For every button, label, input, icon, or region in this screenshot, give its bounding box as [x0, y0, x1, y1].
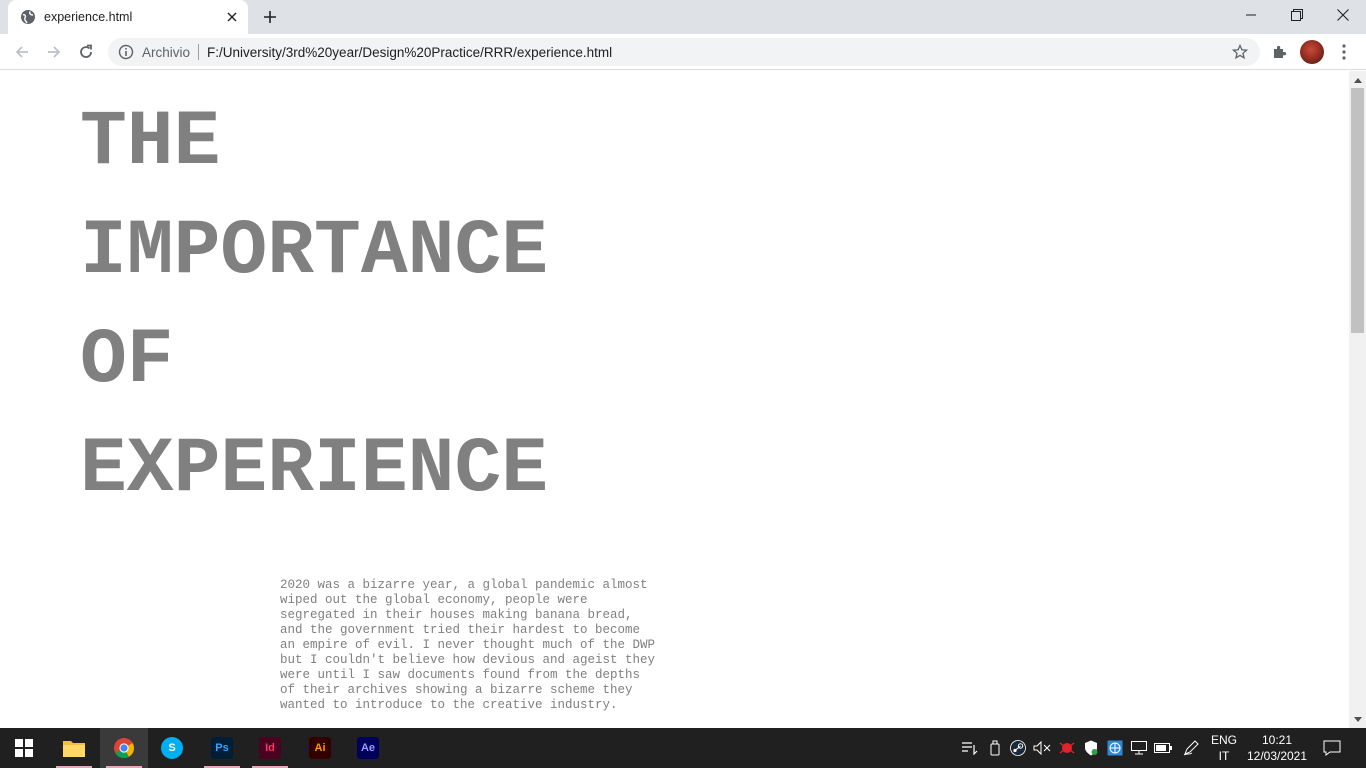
page-viewport: THE IMPORTANCE OF EXPERIENCE 2020 was a … [0, 71, 1349, 728]
restore-icon [1291, 9, 1303, 21]
page-scrollbar[interactable] [1349, 71, 1366, 728]
taskbar-file-explorer[interactable] [50, 728, 98, 768]
indesign-icon: Id [259, 737, 281, 759]
reload-icon [80, 44, 92, 58]
usb-device-icon[interactable] [985, 738, 1005, 758]
tab-close-icon[interactable] [222, 7, 242, 27]
clock-date: 12/03/2021 [1246, 749, 1308, 763]
clock[interactable]: 10:21 12/03/2021 [1244, 732, 1310, 764]
photoshop-icon: Ps [211, 737, 233, 759]
steam-icon[interactable] [1008, 738, 1028, 758]
antivirus-icon[interactable] [1057, 738, 1077, 758]
volume-muted-icon[interactable] [1032, 738, 1052, 758]
notifications-icon[interactable] [1322, 738, 1342, 758]
address-separator [198, 44, 200, 60]
input-language[interactable]: ENG IT [1208, 732, 1240, 764]
headline-line: IMPORTANCE [80, 208, 549, 296]
profile-avatar[interactable] [1300, 40, 1324, 64]
windows-logo-icon [15, 739, 33, 757]
network-globe-icon[interactable] [1105, 738, 1125, 758]
bookmark-star-icon[interactable] [1230, 42, 1250, 62]
scroll-down-icon[interactable] [1349, 711, 1366, 728]
headline-line: THE [80, 99, 221, 187]
battery-icon[interactable] [1153, 738, 1173, 758]
forward-arrow-icon [48, 46, 61, 58]
taskbar-illustrator[interactable]: Ai [296, 728, 344, 768]
minimize-button[interactable] [1228, 0, 1274, 30]
body-paragraph: 2020 was a bizarre year, a global pandem… [280, 578, 656, 712]
scroll-up-icon[interactable] [1349, 71, 1366, 88]
close-icon [1337, 9, 1349, 21]
browser-tab[interactable]: experience.html [8, 0, 248, 34]
restore-button[interactable] [1274, 0, 1320, 30]
back-arrow-icon [15, 46, 28, 58]
info-icon[interactable] [118, 44, 134, 60]
globe-icon [20, 9, 36, 25]
scroll-thumb[interactable] [1351, 88, 1364, 333]
reload-button[interactable] [72, 38, 100, 66]
tab-strip: experience.html [0, 0, 1366, 34]
back-button[interactable] [8, 38, 36, 66]
menu-kebab-icon[interactable] [1332, 40, 1356, 64]
headline-line: EXPERIENCE [80, 426, 549, 514]
start-button[interactable] [0, 728, 48, 768]
taskbar-chrome[interactable] [100, 728, 148, 768]
taskbar-after-effects[interactable]: Ae [344, 728, 392, 768]
page-headline: THE IMPORTANCE OF EXPERIENCE [80, 89, 548, 525]
forward-button[interactable] [40, 38, 68, 66]
folder-icon [63, 741, 85, 757]
scheme-label: Archivio [142, 44, 191, 60]
taskbar-indesign[interactable]: Id [246, 728, 294, 768]
tab-title: experience.html [44, 10, 133, 24]
new-tab-button[interactable] [258, 5, 282, 29]
taskbar-skype[interactable]: S [148, 728, 196, 768]
chrome-icon [114, 738, 135, 759]
language-secondary: IT [1218, 749, 1230, 763]
task-view-icon[interactable] [960, 738, 980, 758]
browser-toolbar: Archivio F:/University/3rd%20year/Design… [0, 34, 1366, 70]
after-effects-icon: Ae [357, 737, 379, 759]
display-icon[interactable] [1129, 738, 1149, 758]
security-shield-icon[interactable] [1081, 738, 1101, 758]
url-text[interactable]: F:/University/3rd%20year/Design%20Practi… [207, 45, 1230, 60]
headline-line: OF [80, 317, 174, 405]
pen-workspace-icon[interactable] [1181, 738, 1201, 758]
illustrator-icon: Ai [309, 737, 331, 759]
minimize-icon [1246, 14, 1256, 16]
extensions-icon[interactable] [1268, 40, 1292, 64]
clock-time: 10:21 [1261, 733, 1293, 747]
plus-icon [264, 11, 276, 23]
skype-icon: S [161, 737, 183, 759]
language-primary: ENG [1210, 733, 1237, 747]
taskbar-photoshop[interactable]: Ps [198, 728, 246, 768]
close-window-button[interactable] [1320, 0, 1366, 30]
address-bar[interactable]: Archivio F:/University/3rd%20year/Design… [108, 38, 1260, 66]
windows-taskbar: S Ps Id Ai Ae ENG IT 10:21 12/03/2021 [0, 728, 1366, 768]
